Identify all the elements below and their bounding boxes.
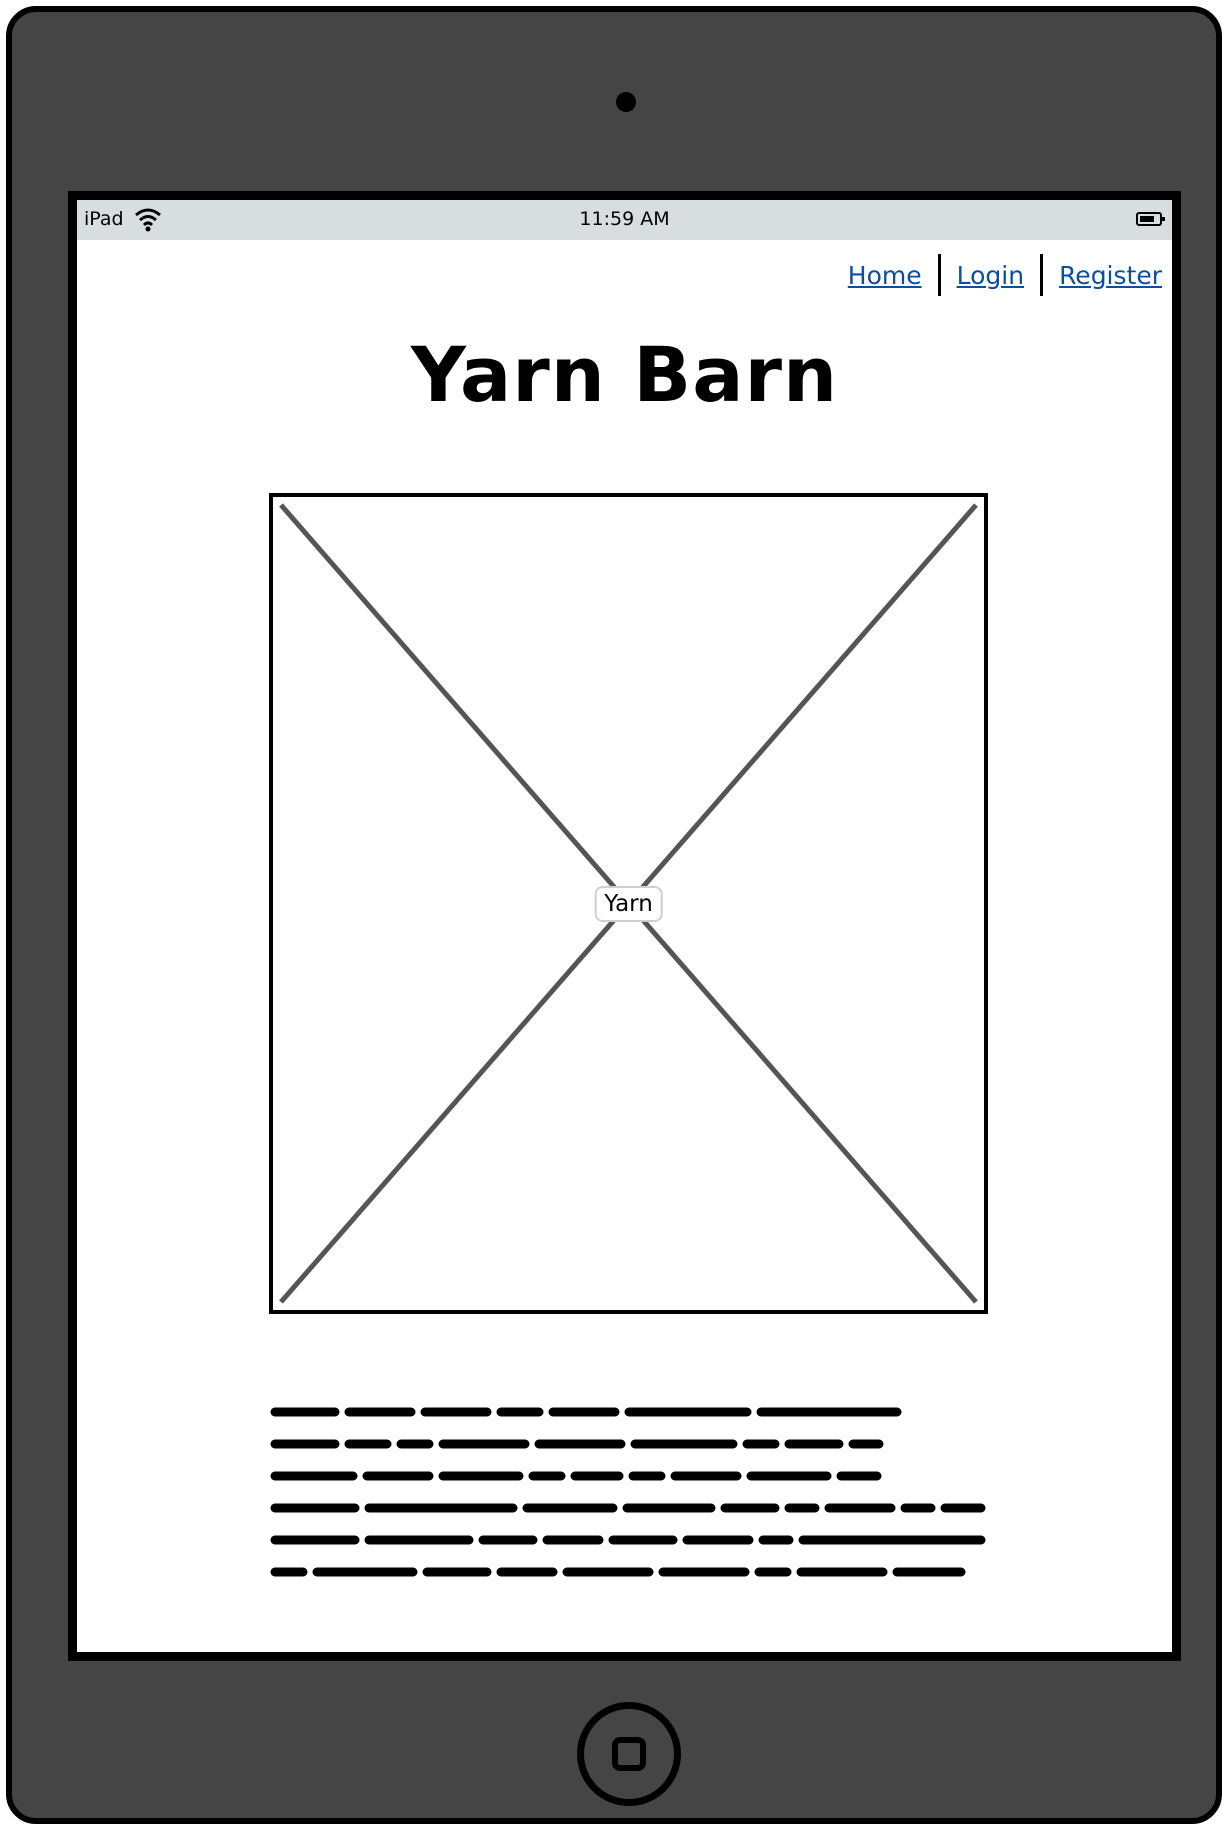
page-title: Yarn Barn [410,330,839,419]
status-bar: iPad 11:59 AM [77,200,1172,240]
nav-login-link[interactable]: Login [957,261,1024,290]
camera-icon [616,92,636,112]
battery-icon [1136,212,1165,226]
image-placeholder-label: Yarn [594,885,663,922]
home-button-square [612,1737,646,1771]
ipad-frame: iPad 11:59 AM Home Login Register Yarn B… [6,6,1222,1824]
placeholder-text-block [270,1407,986,1577]
image-placeholder: Yarn [269,493,988,1314]
home-button-icon[interactable] [577,1702,681,1806]
top-nav: Home Login Register [848,254,1162,296]
nav-separator [1040,254,1044,296]
status-time: 11:59 AM [579,208,670,230]
nav-separator [937,254,941,296]
nav-home-link[interactable]: Home [848,261,922,290]
nav-register-link[interactable]: Register [1059,261,1162,290]
screen: iPad 11:59 AM Home Login Register Yarn B… [68,191,1181,1661]
